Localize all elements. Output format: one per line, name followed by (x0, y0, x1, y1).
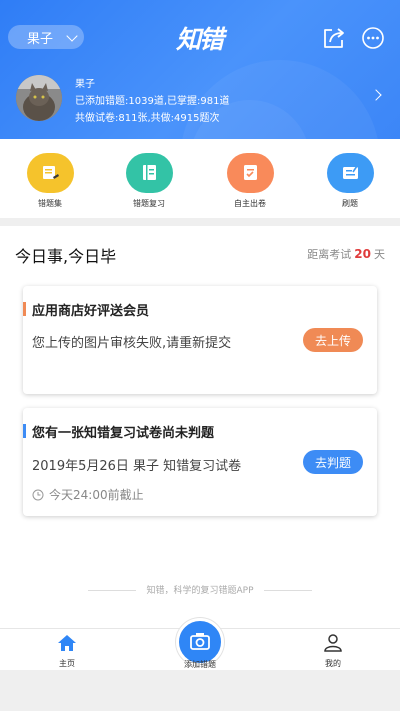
task-card: 应用商店好评送会员 您上传的图片审核失败,请重新提交 去上传 (23, 286, 377, 394)
exam-countdown-days: 20 (354, 247, 371, 261)
action-error-book[interactable]: 错题集 (20, 153, 80, 209)
user-stats-errors: 已添加错题:1039道,已掌握:981道 (75, 96, 230, 107)
tab-label: 我的 (325, 659, 341, 668)
user-icon (324, 634, 342, 652)
card-body: 2019年5月26日 果子 知错复习试卷 (32, 459, 242, 474)
grade-button[interactable]: 去判题 (303, 450, 363, 474)
tab-label: 主页 (59, 659, 75, 668)
card-title: 应用商店好评送会员 (32, 304, 150, 319)
page-title: 今日事,今日毕 (15, 247, 117, 266)
avatar[interactable] (16, 75, 62, 121)
user-name: 果子 (75, 79, 95, 90)
app-header: 果子 知错 果子 已添加错题:1039道,已掌握:981道 共做试卷:811张,… (0, 0, 400, 139)
divider (263, 590, 312, 591)
tab-home[interactable]: 主页 (37, 634, 97, 669)
exam-countdown-suffix: 天 (374, 248, 385, 261)
action-practice[interactable]: 刷题 (320, 153, 380, 209)
create-paper-icon (226, 153, 274, 193)
profile-select[interactable]: 果子 (8, 25, 84, 49)
home-icon (58, 635, 76, 651)
action-label: 错题集 (38, 199, 62, 208)
more-icon[interactable] (362, 27, 384, 49)
action-label: 刷题 (342, 199, 358, 208)
divider (88, 590, 137, 591)
profile-select-label: 果子 (27, 31, 54, 47)
clock-icon (32, 489, 44, 500)
card-deadline: 今天24:00前截止 (32, 486, 144, 503)
chevron-right-icon[interactable] (370, 89, 382, 101)
exam-countdown-prefix: 距离考试 (307, 248, 352, 261)
app-logo: 知错 (176, 25, 224, 54)
deadline-text: 今天24:00前截止 (49, 488, 144, 502)
action-label: 自主出卷 (234, 199, 266, 208)
slogan-text: 知错，科学的复习错题APP (146, 586, 254, 596)
upload-button[interactable]: 去上传 (303, 328, 363, 352)
action-review[interactable]: 错题复习 (119, 153, 179, 209)
card-accent-bar (23, 424, 26, 438)
review-book-icon (125, 153, 173, 193)
cat-avatar-icon (16, 75, 62, 121)
quick-actions: 错题集 错题复习 自主出卷 刷题 (0, 139, 400, 218)
tab-mine[interactable]: 我的 (303, 634, 363, 669)
action-create-paper[interactable]: 自主出卷 (220, 153, 280, 209)
practice-icon (326, 153, 374, 193)
card-title: 您有一张知错复习试卷尚未判题 (32, 426, 215, 441)
system-bottom-area (0, 670, 400, 711)
user-stats-papers: 共做试卷:811张,共做:4915题次 (75, 113, 220, 124)
slogan: 知错，科学的复习错题APP (0, 583, 400, 596)
action-label: 错题复习 (133, 199, 165, 208)
chevron-down-icon (66, 30, 78, 42)
today-section: 今日事,今日毕 距离考试 20 天 应用商店好评送会员 您上传的图片审核失败,请重新… (0, 226, 400, 628)
error-book-icon (26, 153, 74, 193)
task-card: 您有一张知错复习试卷尚未判题 2019年5月26日 果子 知错复习试卷 去判题 … (23, 408, 377, 516)
tab-label-add[interactable]: 添加错题 (170, 659, 230, 670)
card-body: 您上传的图片审核失败,请重新提交 (32, 336, 232, 351)
exam-countdown: 距离考试 20 天 (307, 246, 385, 262)
share-icon[interactable] (322, 27, 346, 49)
card-accent-bar (23, 302, 26, 316)
camera-icon (190, 633, 210, 650)
